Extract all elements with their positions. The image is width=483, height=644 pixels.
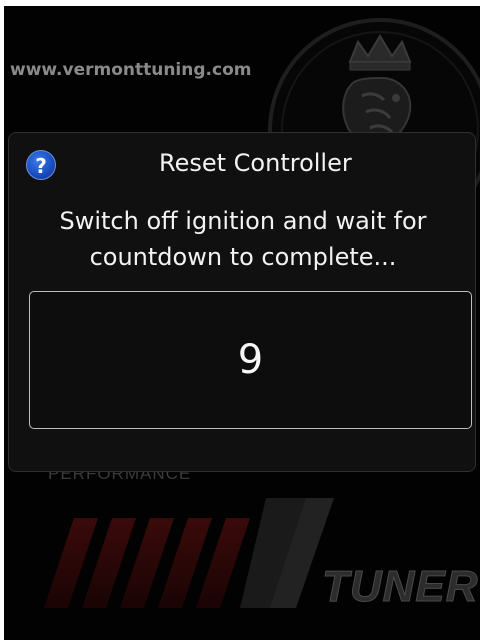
countdown-box: 9 [29, 291, 472, 429]
question-icon: ? [26, 150, 56, 180]
dialog-title: Reset Controller [159, 149, 352, 177]
reset-controller-dialog: ? Reset Controller Switch off ignition a… [8, 132, 476, 472]
dialog-message: Switch off ignition and wait for countdo… [59, 207, 427, 271]
countdown-value: 9 [237, 337, 264, 383]
website-url: www.vermonttuning.com [10, 60, 252, 80]
device-screen: www.vermonttuning.com PERFORMANCE TUNER … [4, 6, 480, 640]
tuner-label: TUNER [322, 562, 479, 612]
